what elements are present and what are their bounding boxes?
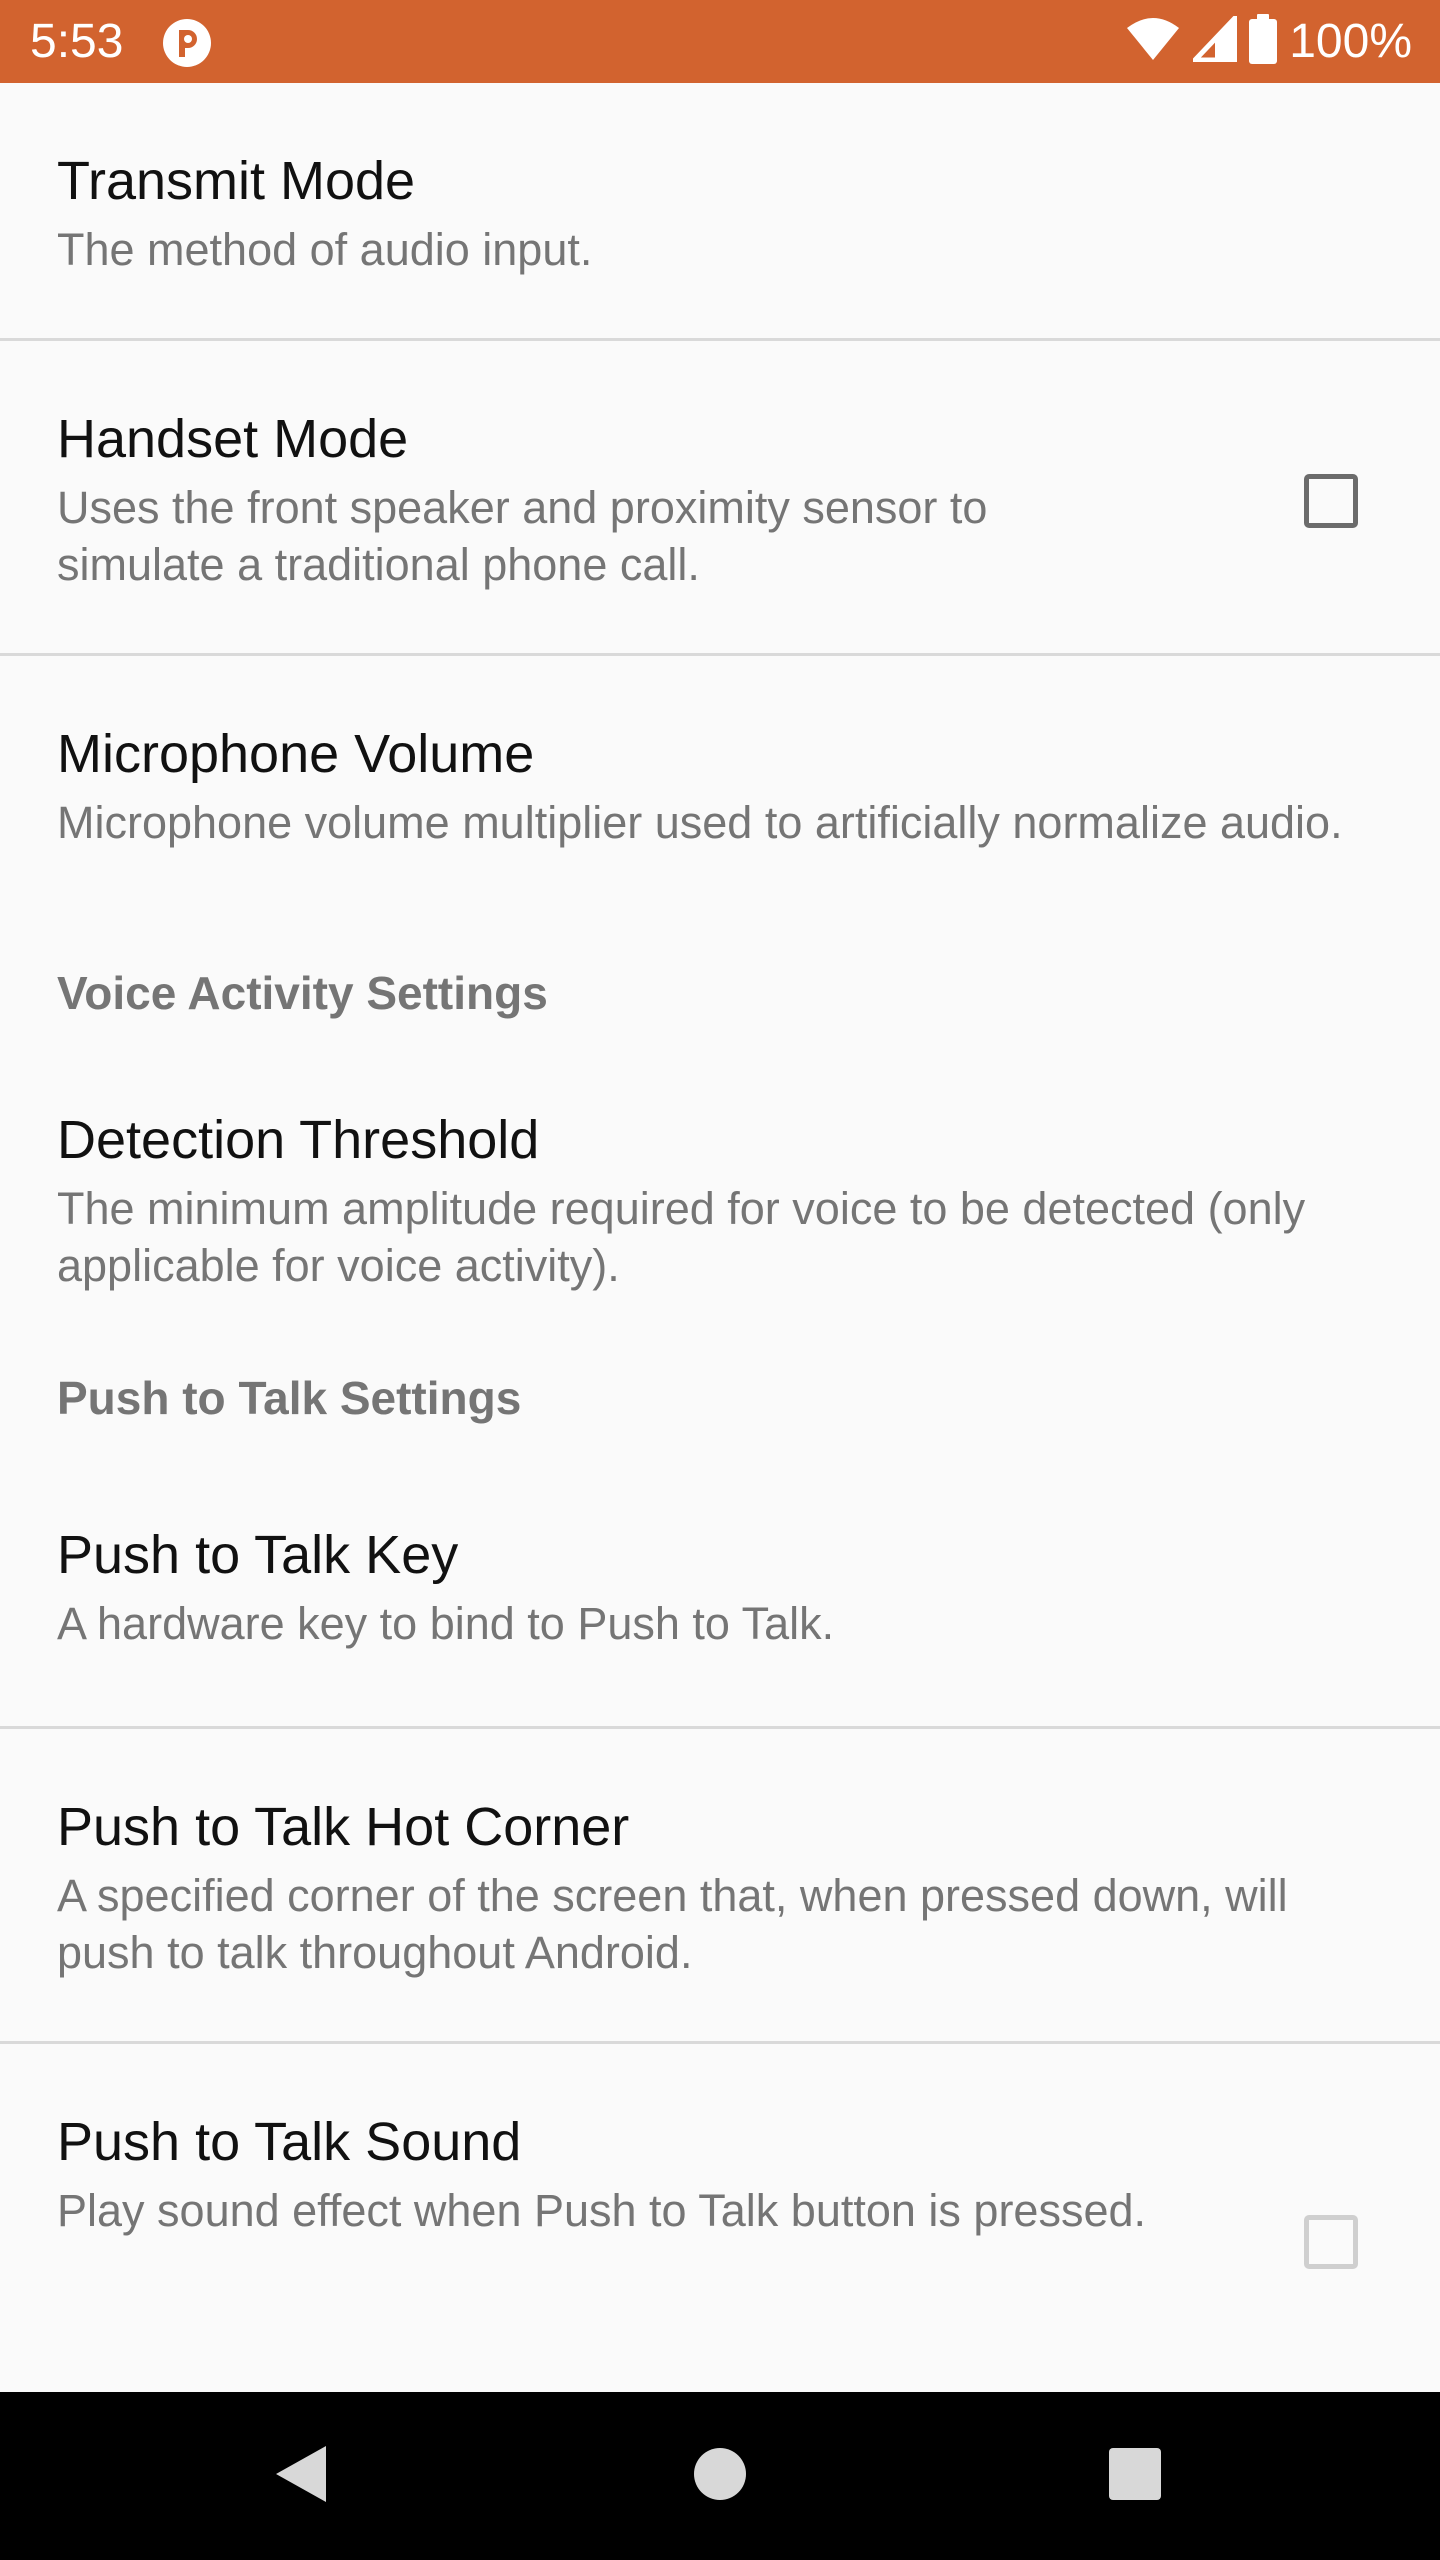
pref-ptt-hot-corner[interactable]: Push to Talk Hot Corner A specified corn… [0,1729,1440,2044]
pref-summary: Play sound effect when Push to Talk butt… [57,2185,1147,2236]
pref-summary: A hardware key to bind to Push to Talk. [57,1598,835,1649]
pref-title: Handset Mode [57,409,409,469]
pref-title: Transmit Mode [57,151,416,211]
pref-title: Push to Talk Key [57,1525,459,1585]
category-push-to-talk: Push to Talk Settings [57,1372,522,1424]
pref-summary: The method of audio input. [57,224,593,275]
cell-signal-icon [1189,11,1238,67]
home-icon [692,2446,748,2507]
pref-summary: The minimum amplitude required for voice… [57,1183,1306,1291]
app-notification-icon [162,18,212,68]
category-voice-activity: Voice Activity Settings [57,967,548,1019]
pref-ptt-sound[interactable]: Push to Talk Sound Play sound effect whe… [0,2044,1440,2344]
ptt-sound-checkbox[interactable] [1304,2215,1358,2269]
pref-transmit-mode[interactable]: Transmit Mode The method of audio input. [0,83,1440,341]
pref-summary: Microphone volume multiplier used to art… [57,797,1343,848]
navigation-bar [0,2392,1440,2560]
status-icons: 100% [1125,0,1412,83]
recents-button[interactable] [1055,2392,1215,2560]
home-button[interactable] [640,2392,800,2560]
recents-icon [1108,2447,1162,2506]
status-bar: 5:53 100% [0,0,1440,83]
pref-microphone-volume[interactable]: Microphone Volume Microphone volume mult… [0,656,1440,946]
pref-title: Push to Talk Sound [57,2112,522,2172]
pref-summary: A specified corner of the screen that, w… [57,1870,1288,1978]
pref-title: Microphone Volume [57,724,535,784]
wifi-icon [1125,16,1181,67]
pref-ptt-key[interactable]: Push to Talk Key A hardware key to bind … [0,1471,1440,1729]
battery-percentage: 100% [1289,15,1412,68]
pref-summary: Uses the front speaker and proximity sen… [57,482,988,590]
status-time: 5:53 [30,15,124,68]
pref-detection-threshold[interactable]: Detection Threshold The minimum amplitud… [0,1056,1440,1371]
battery-icon [1249,14,1278,69]
settings-list[interactable]: Transmit Mode The method of audio input.… [0,83,1440,2392]
back-icon [272,2444,328,2509]
pref-title: Push to Talk Hot Corner [57,1797,630,1857]
pref-handset-mode[interactable]: Handset Mode Uses the front speaker and … [0,341,1440,656]
back-button[interactable] [220,2392,380,2560]
pref-title: Detection Threshold [57,1110,540,1170]
handset-mode-checkbox[interactable] [1304,474,1358,528]
